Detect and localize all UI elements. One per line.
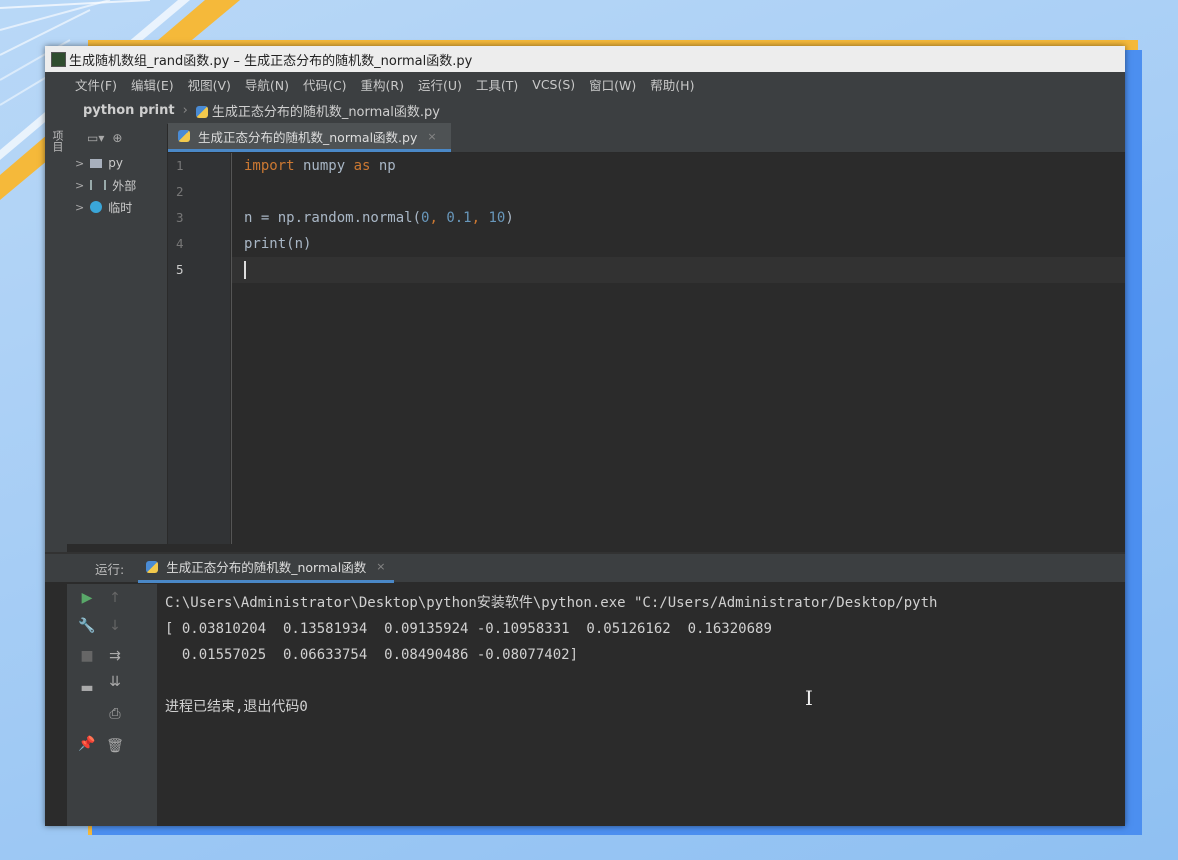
menu-help[interactable]: 帮助(H) <box>650 75 694 94</box>
wrench-icon[interactable]: 🔧 <box>77 618 97 634</box>
up-arrow-icon[interactable]: ↑ <box>105 590 125 606</box>
close-run-tab-icon[interactable]: × <box>376 560 385 573</box>
run-label: 运行: <box>95 561 125 577</box>
soft-wrap-icon[interactable]: ⇉ <box>105 648 125 664</box>
folder-icon <box>90 158 103 168</box>
menu-file[interactable]: 文件(F) <box>75 75 117 94</box>
text-caret <box>244 261 246 279</box>
breadcrumb-project[interactable]: python print <box>83 103 175 118</box>
run-tool-window: 运行: 生成正态分布的随机数_normal函数 × ▶ ↑ 🔧 ↓ ■ ⇉ ▬ … <box>45 552 1125 826</box>
code-line-3[interactable]: n = np.random.normal(0, 0.1, 10) <box>232 205 1125 231</box>
menu-vcs[interactable]: VCS(S) <box>532 77 575 92</box>
pin-icon[interactable]: 📌 <box>77 736 97 752</box>
code-text: np <box>370 158 396 174</box>
code-line-5[interactable] <box>232 257 1125 283</box>
tree-item-external-libraries[interactable]: > 外部 <box>67 174 167 196</box>
python-file-icon <box>195 106 208 118</box>
trash-icon[interactable]: 🗑 <box>105 738 125 754</box>
line-number: 5 <box>176 262 184 277</box>
run-header: 运行: 生成正态分布的随机数_normal函数 × <box>45 554 1125 583</box>
code-line-2[interactable] <box>232 179 1125 205</box>
editor-tab-bar: 生成正态分布的随机数_normal函数.py × <box>168 123 1125 153</box>
comma: , <box>429 210 447 226</box>
menu-view[interactable]: 视图(V) <box>188 75 231 94</box>
menu-bar: 文件(F) 编辑(E) 视图(V) 导航(N) 代码(C) 重构(R) 运行(U… <box>45 72 1125 96</box>
tree-item-label: 临时 <box>108 200 133 215</box>
number-literal: 0.1 <box>446 210 472 226</box>
window-title: 生成随机数组_rand函数.py – 生成正态分布的随机数_normal函数.p… <box>69 53 473 69</box>
scroll-to-end-icon[interactable]: ⇊ <box>105 674 125 690</box>
line-number: 1 <box>176 158 184 173</box>
menu-refactor[interactable]: 重构(R) <box>361 75 404 94</box>
project-view-dropdown-icon[interactable]: ▭▾ <box>87 131 104 145</box>
ide-window: 生成随机数组_rand函数.py – 生成正态分布的随机数_normal函数.p… <box>45 46 1125 826</box>
app-icon <box>51 52 66 67</box>
locate-icon[interactable]: ⊕ <box>112 131 122 145</box>
code-line-4[interactable]: print(n) <box>232 231 1125 257</box>
tree-item-label: py <box>108 156 123 170</box>
stop-icon[interactable]: ■ <box>77 648 97 664</box>
run-tab-label: 生成正态分布的随机数_normal函数 <box>166 560 367 575</box>
menu-tools[interactable]: 工具(T) <box>476 75 518 94</box>
project-tool-button[interactable]: 项目 <box>49 130 65 152</box>
library-icon <box>90 180 107 190</box>
editor-tab-normal[interactable]: 生成正态分布的随机数_normal函数.py × <box>168 123 451 152</box>
breadcrumb: python print › 生成正态分布的随机数_normal函数.py <box>45 96 1125 125</box>
menu-run[interactable]: 运行(U) <box>418 75 462 94</box>
mouse-text-cursor: I <box>805 686 813 710</box>
line-number: 2 <box>176 184 184 199</box>
close-tab-icon[interactable]: × <box>427 130 436 143</box>
tree-item-scratches[interactable]: > 临时 <box>67 196 167 218</box>
console-output[interactable]: C:\Users\Administrator\Desktop\python安装软… <box>165 590 1125 826</box>
scratch-icon <box>90 201 103 213</box>
keyword-import: import <box>244 158 295 174</box>
python-run-icon <box>146 560 159 573</box>
console-line: [ 0.03810204 0.13581934 0.09135924 -0.10… <box>165 621 772 637</box>
code-text: ) <box>505 210 514 226</box>
keyword-as: as <box>353 158 371 174</box>
line-number-gutter: 1 2 3 4 5 <box>168 153 230 544</box>
line-number: 4 <box>176 236 184 251</box>
console-line: 0.01557025 0.06633754 0.08490486 -0.0807… <box>165 647 579 663</box>
line-number: 3 <box>176 210 184 225</box>
main-area: 项目 结构 ▭▾ ⊕ > py > 外部 > 临时 <box>45 123 1125 826</box>
code-text: numpy <box>294 158 354 174</box>
menu-edit[interactable]: 编辑(E) <box>131 75 174 94</box>
code-text: print(n) <box>244 236 312 252</box>
console-line: 进程已结束,退出代码0 <box>165 699 308 715</box>
breadcrumb-separator: › <box>182 102 188 118</box>
code-line-1[interactable]: import numpy as np <box>232 153 1125 179</box>
rerun-icon[interactable]: ▶ <box>77 590 97 606</box>
menu-navigate[interactable]: 导航(N) <box>245 75 289 94</box>
tree-item-project[interactable]: > py <box>67 152 167 174</box>
code-editor: 生成正态分布的随机数_normal函数.py × 1 2 3 4 5 impor… <box>168 123 1125 544</box>
print-icon[interactable]: ⎙ <box>105 706 125 722</box>
breadcrumb-file-label: 生成正态分布的随机数_normal函数.py <box>211 104 440 120</box>
console-line: C:\Users\Administrator\Desktop\python安装软… <box>165 595 938 611</box>
python-file-icon <box>178 130 190 142</box>
code-text: n = np.random.normal( <box>244 210 422 226</box>
expand-arrow-icon[interactable]: > <box>75 179 84 192</box>
breadcrumb-file[interactable]: 生成正态分布的随机数_normal函数.py <box>195 101 440 120</box>
code-area[interactable]: import numpy as np n = np.random.normal(… <box>231 153 1125 544</box>
layout-icon[interactable]: ▬ <box>77 680 97 696</box>
expand-arrow-icon[interactable]: > <box>75 157 84 170</box>
editor-tab-label: 生成正态分布的随机数_normal函数.py <box>198 129 418 145</box>
comma: , <box>471 210 489 226</box>
title-bar: 生成随机数组_rand函数.py – 生成正态分布的随机数_normal函数.p… <box>45 46 1125 72</box>
expand-arrow-icon[interactable]: > <box>75 201 84 214</box>
run-tab[interactable]: 生成正态分布的随机数_normal函数 × <box>138 554 394 583</box>
number-literal: 10 <box>488 210 506 226</box>
project-panel-toolbar: ▭▾ ⊕ <box>67 124 167 152</box>
down-arrow-icon[interactable]: ↓ <box>105 618 125 634</box>
tree-item-label: 外部 <box>112 178 137 193</box>
project-panel: ▭▾ ⊕ > py > 外部 > 临时 <box>67 124 168 544</box>
menu-code[interactable]: 代码(C) <box>303 75 346 94</box>
menu-window[interactable]: 窗口(W) <box>589 75 636 94</box>
run-toolbar: ▶ ↑ 🔧 ↓ ■ ⇉ ▬ ⇊ ⎙ 📌 🗑 <box>67 584 157 826</box>
